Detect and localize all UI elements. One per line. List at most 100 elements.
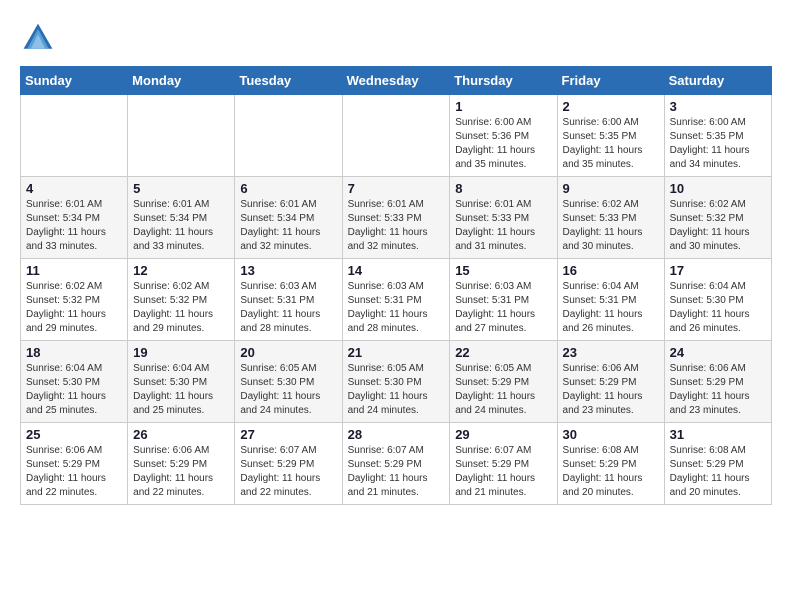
page-header bbox=[20, 20, 772, 56]
day-number: 2 bbox=[563, 99, 659, 114]
calendar-table: SundayMondayTuesdayWednesdayThursdayFrid… bbox=[20, 66, 772, 505]
day-info: Sunrise: 6:07 AM Sunset: 5:29 PM Dayligh… bbox=[348, 444, 445, 500]
calendar-cell: 1 Sunrise: 6:00 AM Sunset: 5:36 PM Daylig… bbox=[450, 95, 557, 177]
day-number: 27 bbox=[240, 427, 336, 442]
day-number: 17 bbox=[670, 263, 766, 278]
day-info: Sunrise: 6:00 AM Sunset: 5:36 PM Dayligh… bbox=[455, 116, 551, 172]
calendar-cell: 23 Sunrise: 6:06 AM Sunset: 5:29 PM Dayli… bbox=[557, 341, 664, 423]
calendar-cell: 4 Sunrise: 6:01 AM Sunset: 5:34 PM Daylig… bbox=[21, 177, 128, 259]
calendar-cell bbox=[342, 95, 450, 177]
day-number: 8 bbox=[455, 181, 551, 196]
day-info: Sunrise: 6:02 AM Sunset: 5:32 PM Dayligh… bbox=[26, 280, 122, 336]
day-info: Sunrise: 6:02 AM Sunset: 5:32 PM Dayligh… bbox=[670, 198, 766, 254]
calendar-body: 1 Sunrise: 6:00 AM Sunset: 5:36 PM Daylig… bbox=[21, 95, 772, 505]
day-number: 9 bbox=[563, 181, 659, 196]
day-number: 29 bbox=[455, 427, 551, 442]
weekday-row: SundayMondayTuesdayWednesdayThursdayFrid… bbox=[21, 67, 772, 95]
day-info: Sunrise: 6:05 AM Sunset: 5:30 PM Dayligh… bbox=[240, 362, 336, 418]
day-number: 30 bbox=[563, 427, 659, 442]
day-number: 18 bbox=[26, 345, 122, 360]
day-number: 28 bbox=[348, 427, 445, 442]
day-info: Sunrise: 6:00 AM Sunset: 5:35 PM Dayligh… bbox=[563, 116, 659, 172]
day-number: 31 bbox=[670, 427, 766, 442]
logo bbox=[20, 20, 62, 56]
day-number: 16 bbox=[563, 263, 659, 278]
calendar-cell: 8 Sunrise: 6:01 AM Sunset: 5:33 PM Daylig… bbox=[450, 177, 557, 259]
calendar-cell: 25Sunrise: 6:06 AM Sunset: 5:29 PM Dayli… bbox=[21, 423, 128, 505]
calendar-cell: 24 Sunrise: 6:06 AM Sunset: 5:29 PM Dayli… bbox=[664, 341, 771, 423]
calendar-cell: 18 Sunrise: 6:04 AM Sunset: 5:30 PM Dayli… bbox=[21, 341, 128, 423]
day-info: Sunrise: 6:02 AM Sunset: 5:33 PM Dayligh… bbox=[563, 198, 659, 254]
day-number: 15 bbox=[455, 263, 551, 278]
calendar-cell: 29 Sunrise: 6:07 AM Sunset: 5:29 PM Dayli… bbox=[450, 423, 557, 505]
day-number: 13 bbox=[240, 263, 336, 278]
day-number: 10 bbox=[670, 181, 766, 196]
day-info: Sunrise: 6:08 AM Sunset: 5:29 PM Dayligh… bbox=[563, 444, 659, 500]
day-info: Sunrise: 6:04 AM Sunset: 5:30 PM Dayligh… bbox=[133, 362, 229, 418]
day-info: Sunrise: 6:03 AM Sunset: 5:31 PM Dayligh… bbox=[240, 280, 336, 336]
day-info: Sunrise: 6:06 AM Sunset: 5:29 PM Dayligh… bbox=[670, 362, 766, 418]
calendar-cell: 2 Sunrise: 6:00 AM Sunset: 5:35 PM Daylig… bbox=[557, 95, 664, 177]
day-number: 5 bbox=[133, 181, 229, 196]
day-number: 22 bbox=[455, 345, 551, 360]
calendar-cell bbox=[235, 95, 342, 177]
day-number: 24 bbox=[670, 345, 766, 360]
day-number: 12 bbox=[133, 263, 229, 278]
calendar-cell: 22Sunrise: 6:05 AM Sunset: 5:29 PM Dayli… bbox=[450, 341, 557, 423]
calendar-cell: 5 Sunrise: 6:01 AM Sunset: 5:34 PM Daylig… bbox=[128, 177, 235, 259]
day-info: Sunrise: 6:06 AM Sunset: 5:29 PM Dayligh… bbox=[133, 444, 229, 500]
logo-icon bbox=[20, 20, 56, 56]
calendar-cell: 27 Sunrise: 6:07 AM Sunset: 5:29 PM Dayli… bbox=[235, 423, 342, 505]
day-info: Sunrise: 6:01 AM Sunset: 5:34 PM Dayligh… bbox=[26, 198, 122, 254]
calendar-cell bbox=[128, 95, 235, 177]
weekday-header: Monday bbox=[128, 67, 235, 95]
calendar-cell: 6Sunrise: 6:01 AM Sunset: 5:34 PM Daylig… bbox=[235, 177, 342, 259]
calendar-week-row: 11Sunrise: 6:02 AM Sunset: 5:32 PM Dayli… bbox=[21, 259, 772, 341]
day-number: 6 bbox=[240, 181, 336, 196]
day-number: 21 bbox=[348, 345, 445, 360]
calendar-cell: 16 Sunrise: 6:04 AM Sunset: 5:31 PM Dayli… bbox=[557, 259, 664, 341]
day-info: Sunrise: 6:07 AM Sunset: 5:29 PM Dayligh… bbox=[240, 444, 336, 500]
day-number: 19 bbox=[133, 345, 229, 360]
calendar-cell: 17 Sunrise: 6:04 AM Sunset: 5:30 PM Dayli… bbox=[664, 259, 771, 341]
weekday-header: Tuesday bbox=[235, 67, 342, 95]
day-info: Sunrise: 6:05 AM Sunset: 5:30 PM Dayligh… bbox=[348, 362, 445, 418]
calendar-cell: 21 Sunrise: 6:05 AM Sunset: 5:30 PM Dayli… bbox=[342, 341, 450, 423]
calendar-cell: 31Sunrise: 6:08 AM Sunset: 5:29 PM Dayli… bbox=[664, 423, 771, 505]
day-number: 3 bbox=[670, 99, 766, 114]
day-number: 26 bbox=[133, 427, 229, 442]
calendar-header: SundayMondayTuesdayWednesdayThursdayFrid… bbox=[21, 67, 772, 95]
weekday-header: Friday bbox=[557, 67, 664, 95]
day-number: 23 bbox=[563, 345, 659, 360]
day-info: Sunrise: 6:04 AM Sunset: 5:30 PM Dayligh… bbox=[670, 280, 766, 336]
calendar-cell: 9 Sunrise: 6:02 AM Sunset: 5:33 PM Daylig… bbox=[557, 177, 664, 259]
calendar-cell: 10 Sunrise: 6:02 AM Sunset: 5:32 PM Dayli… bbox=[664, 177, 771, 259]
weekday-header: Sunday bbox=[21, 67, 128, 95]
calendar-cell: 12 Sunrise: 6:02 AM Sunset: 5:32 PM Dayli… bbox=[128, 259, 235, 341]
day-number: 4 bbox=[26, 181, 122, 196]
calendar-cell: 26 Sunrise: 6:06 AM Sunset: 5:29 PM Dayli… bbox=[128, 423, 235, 505]
day-number: 1 bbox=[455, 99, 551, 114]
calendar-week-row: 4 Sunrise: 6:01 AM Sunset: 5:34 PM Daylig… bbox=[21, 177, 772, 259]
calendar-week-row: 25Sunrise: 6:06 AM Sunset: 5:29 PM Dayli… bbox=[21, 423, 772, 505]
calendar-cell: 19 Sunrise: 6:04 AM Sunset: 5:30 PM Dayli… bbox=[128, 341, 235, 423]
calendar-cell: 15Sunrise: 6:03 AM Sunset: 5:31 PM Dayli… bbox=[450, 259, 557, 341]
day-info: Sunrise: 6:04 AM Sunset: 5:30 PM Dayligh… bbox=[26, 362, 122, 418]
day-info: Sunrise: 6:04 AM Sunset: 5:31 PM Dayligh… bbox=[563, 280, 659, 336]
calendar-cell: 7Sunrise: 6:01 AM Sunset: 5:33 PM Daylig… bbox=[342, 177, 450, 259]
day-number: 20 bbox=[240, 345, 336, 360]
day-info: Sunrise: 6:06 AM Sunset: 5:29 PM Dayligh… bbox=[26, 444, 122, 500]
calendar-cell: 20 Sunrise: 6:05 AM Sunset: 5:30 PM Dayli… bbox=[235, 341, 342, 423]
calendar-week-row: 18 Sunrise: 6:04 AM Sunset: 5:30 PM Dayli… bbox=[21, 341, 772, 423]
day-info: Sunrise: 6:02 AM Sunset: 5:32 PM Dayligh… bbox=[133, 280, 229, 336]
day-info: Sunrise: 6:06 AM Sunset: 5:29 PM Dayligh… bbox=[563, 362, 659, 418]
calendar-cell: 11Sunrise: 6:02 AM Sunset: 5:32 PM Dayli… bbox=[21, 259, 128, 341]
day-info: Sunrise: 6:07 AM Sunset: 5:29 PM Dayligh… bbox=[455, 444, 551, 500]
day-info: Sunrise: 6:01 AM Sunset: 5:33 PM Dayligh… bbox=[455, 198, 551, 254]
day-info: Sunrise: 6:01 AM Sunset: 5:34 PM Dayligh… bbox=[133, 198, 229, 254]
calendar-cell: 13 Sunrise: 6:03 AM Sunset: 5:31 PM Dayli… bbox=[235, 259, 342, 341]
day-number: 7 bbox=[348, 181, 445, 196]
calendar-cell bbox=[21, 95, 128, 177]
weekday-header: Saturday bbox=[664, 67, 771, 95]
weekday-header: Wednesday bbox=[342, 67, 450, 95]
